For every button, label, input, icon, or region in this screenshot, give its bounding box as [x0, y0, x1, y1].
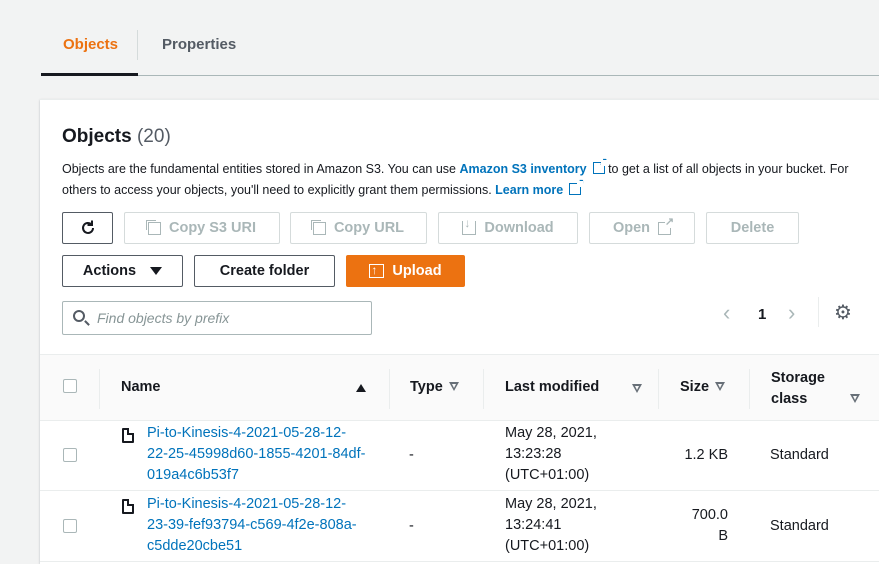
search-field[interactable]	[62, 301, 372, 335]
create-folder-label: Create folder	[219, 263, 310, 279]
copy-icon	[312, 221, 326, 235]
row-checkbox[interactable]	[63, 519, 77, 533]
tab-bar: Objects Properties	[0, 0, 879, 78]
active-tab-indicator	[41, 73, 138, 76]
column-last-modified[interactable]: Last modified	[505, 379, 599, 395]
object-name-line[interactable]: 22-25-45998d60-1855-4201-84df-	[147, 446, 365, 462]
upload-icon	[369, 263, 385, 278]
delete-button[interactable]: Delete	[706, 212, 799, 244]
object-storage-class: Standard	[770, 518, 829, 534]
download-label: Download	[484, 220, 554, 236]
tabs-baseline	[41, 75, 879, 76]
object-type: -	[409, 518, 414, 534]
search-input[interactable]	[97, 302, 367, 334]
object-storage-class: Standard	[770, 447, 829, 463]
delete-label: Delete	[730, 220, 775, 236]
actions-dropdown[interactable]: Actions	[62, 255, 183, 287]
search-icon	[73, 310, 85, 322]
column-name[interactable]: Name	[121, 379, 161, 395]
table-row[interactable]: Pi-to-Kinesis-4-2021-05-28-12- 22-25-459…	[40, 421, 879, 491]
object-name-link[interactable]: Pi-to-Kinesis-4-2021-05-28-12- 22-25-459…	[147, 423, 377, 486]
download-button[interactable]: Download	[438, 212, 578, 244]
external-link-icon: ↗	[592, 158, 608, 174]
copy-s3-uri-button[interactable]: Copy S3 URI	[124, 212, 280, 244]
page-number[interactable]: 1	[758, 306, 766, 323]
sort-icon[interactable]	[632, 384, 642, 393]
open-button[interactable]: Open	[589, 212, 695, 244]
download-icon	[462, 216, 477, 235]
column-storage-class[interactable]: Storage class	[771, 368, 825, 410]
sort-ascending-icon[interactable]	[356, 384, 366, 392]
title-text: Objects	[62, 126, 132, 147]
column-size[interactable]: Size	[680, 379, 726, 395]
external-link-icon	[658, 216, 675, 235]
copy-icon	[147, 221, 161, 235]
object-name-line[interactable]: Pi-to-Kinesis-4-2021-05-28-12-	[147, 425, 346, 441]
object-type: -	[409, 447, 414, 463]
tab-properties[interactable]: Properties	[162, 36, 236, 53]
open-label: Open	[612, 220, 651, 236]
create-folder-button[interactable]: Create folder	[194, 255, 335, 287]
column-divider	[99, 369, 100, 409]
tab-objects[interactable]: Objects	[63, 36, 118, 53]
copy-url-button[interactable]: Copy URL	[290, 212, 427, 244]
description-text-1: Objects are the fundamental entities sto…	[62, 162, 460, 176]
column-divider	[483, 369, 484, 409]
tab-divider	[137, 30, 138, 60]
object-name-line[interactable]: c5dde20cbe51	[147, 538, 242, 554]
object-name-line[interactable]: 23-39-fef93794-c569-4f2e-808a-	[147, 517, 357, 533]
column-divider	[389, 369, 390, 409]
select-all-checkbox[interactable]	[63, 379, 77, 393]
storage-class-line-2: class	[771, 391, 808, 407]
object-name-line[interactable]: 019a4c6b53f7	[147, 467, 239, 483]
storage-class-line-1: Storage	[771, 370, 825, 386]
file-icon	[122, 428, 134, 443]
objects-panel: Objects (20) Objects are the fundamental…	[40, 99, 879, 564]
sort-icon[interactable]	[715, 382, 726, 391]
page-title: Objects (20)	[62, 126, 171, 148]
refresh-icon	[81, 220, 94, 234]
caret-down-icon	[150, 267, 163, 275]
sort-icon[interactable]	[850, 394, 860, 403]
next-page-icon[interactable]: ›	[788, 302, 795, 324]
object-last-modified: May 28, 2021, 13:23:28 (UTC+01:00)	[505, 425, 597, 483]
column-type[interactable]: Type	[410, 379, 459, 395]
upload-label: Upload	[392, 263, 442, 279]
object-name-link[interactable]: Pi-to-Kinesis-4-2021-05-28-12- 23-39-fef…	[147, 494, 377, 557]
previous-page-icon[interactable]: ‹	[723, 302, 730, 324]
object-size: 700.0 B	[691, 507, 728, 544]
object-count: (20)	[136, 126, 171, 147]
description: Objects are the fundamental entities sto…	[62, 158, 852, 201]
gear-icon[interactable]: ⚙	[833, 303, 853, 323]
upload-button[interactable]: Upload	[346, 255, 465, 287]
table-header: Name Type Last modified Size Storage cla…	[40, 354, 879, 421]
pager-divider	[818, 297, 819, 327]
object-size: 1.2 KB	[684, 447, 728, 463]
external-link-icon: ↗	[569, 179, 584, 195]
learn-more-link[interactable]: Learn more	[495, 183, 563, 197]
object-name-line[interactable]: Pi-to-Kinesis-4-2021-05-28-12-	[147, 496, 346, 512]
table-row[interactable]: Pi-to-Kinesis-4-2021-05-28-12- 23-39-fef…	[40, 492, 879, 562]
copy-s3-uri-label: Copy S3 URI	[168, 220, 256, 236]
column-divider	[749, 369, 750, 409]
file-icon	[122, 499, 134, 514]
object-last-modified: May 28, 2021, 13:24:41 (UTC+01:00)	[505, 496, 597, 554]
actions-label: Actions	[82, 263, 137, 279]
column-divider	[658, 369, 659, 409]
inventory-link[interactable]: Amazon S3 inventory	[459, 162, 586, 176]
refresh-button[interactable]	[62, 212, 113, 244]
copy-url-label: Copy URL	[333, 220, 405, 236]
sort-icon[interactable]	[448, 382, 459, 391]
row-checkbox[interactable]	[63, 448, 77, 462]
